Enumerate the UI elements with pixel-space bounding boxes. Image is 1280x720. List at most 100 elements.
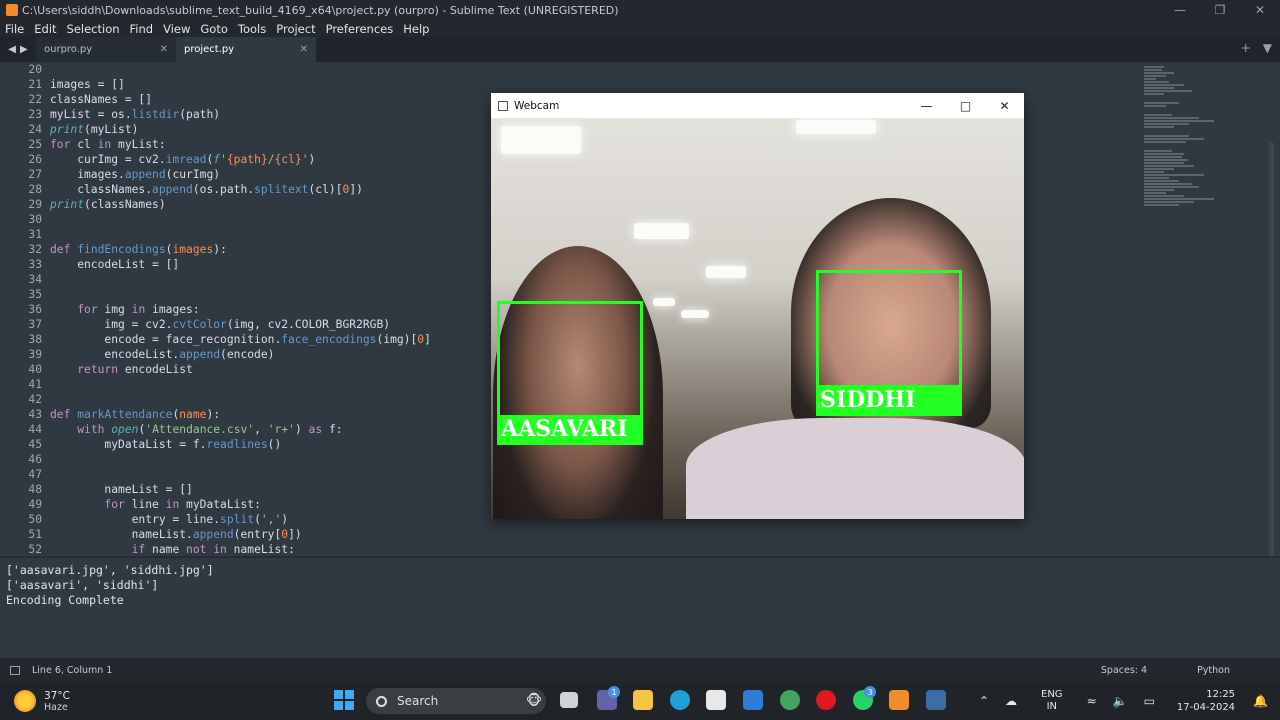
- maximize-button[interactable]: ❐: [1200, 0, 1240, 20]
- minimap-line: [1144, 105, 1166, 107]
- webcam-close-button[interactable]: ✕: [985, 99, 1024, 113]
- python-app-icon[interactable]: [926, 690, 946, 710]
- tab-ourpro[interactable]: ourpro.py ✕: [36, 37, 176, 62]
- menu-selection[interactable]: Selection: [62, 22, 125, 36]
- ceiling-light: [653, 298, 675, 306]
- weather-widget[interactable]: 37°C Haze: [14, 690, 314, 713]
- volume-icon[interactable]: 🔈: [1113, 694, 1128, 708]
- system-clock[interactable]: 12:25 17-04-2024: [1177, 688, 1235, 714]
- webcam-minimize-button[interactable]: —: [907, 99, 946, 113]
- webcam-feed: AASAVARI SIDDHI: [491, 118, 1024, 519]
- tab-bar: ◀ ▶ ourpro.py ✕ project.py ✕ + ▼: [0, 37, 1280, 62]
- minimap-line: [1144, 153, 1184, 155]
- show-hidden-icons-chevron-icon[interactable]: ⌃: [979, 694, 989, 708]
- line-number: 45: [28, 438, 42, 451]
- language-indicator[interactable]: ENG IN: [1041, 689, 1063, 713]
- weather-temperature: 37°C: [44, 689, 70, 702]
- close-tab-icon[interactable]: ✕: [160, 44, 168, 55]
- menu-help[interactable]: Help: [398, 22, 434, 36]
- minimap-line: [1144, 69, 1162, 71]
- menu-bar: File Edit Selection Find View Goto Tools…: [0, 20, 1280, 37]
- line-number: 28: [28, 183, 42, 196]
- minimap-line: [1144, 183, 1192, 185]
- minimap-line: [1144, 174, 1204, 176]
- menu-tools[interactable]: Tools: [233, 22, 271, 36]
- cursor-position[interactable]: Line 6, Column 1: [32, 665, 112, 676]
- chevron-left-icon[interactable]: ◀: [8, 44, 16, 55]
- chevron-right-icon[interactable]: ▶: [20, 44, 28, 55]
- taskbar-search[interactable]: Search 🐵: [366, 688, 546, 714]
- line-number: 33: [28, 258, 42, 271]
- wifi-icon[interactable]: ≈: [1087, 694, 1097, 708]
- close-button[interactable]: ✕: [1240, 0, 1280, 20]
- tab-nav-arrows[interactable]: ◀ ▶: [0, 37, 36, 62]
- tab-list-icon[interactable]: ▼: [1263, 41, 1272, 55]
- clock-time: 12:25: [1206, 689, 1236, 700]
- menu-goto[interactable]: Goto: [195, 22, 233, 36]
- windows-start-icon[interactable]: [334, 690, 354, 710]
- onedrive-offline-icon[interactable]: ☁: [1005, 694, 1017, 708]
- minimap-line: [1144, 72, 1174, 74]
- minimap-line: [1144, 114, 1172, 116]
- menu-edit[interactable]: Edit: [29, 22, 61, 36]
- line-number: 31: [28, 228, 42, 241]
- tab-label: ourpro.py: [44, 44, 93, 55]
- close-tab-icon[interactable]: ✕: [300, 44, 308, 55]
- ceiling-light: [706, 266, 746, 278]
- menu-view[interactable]: View: [158, 22, 195, 36]
- editor-scrollbar[interactable]: [1269, 142, 1274, 556]
- build-output-panel: ['aasavari.jpg', 'siddhi.jpg'] ['aasavar…: [0, 556, 1280, 658]
- face-label: AASAVARI: [497, 415, 643, 445]
- menu-project[interactable]: Project: [271, 22, 320, 36]
- battery-icon[interactable]: ▭: [1144, 694, 1155, 708]
- file-explorer-icon[interactable]: [633, 690, 653, 710]
- menu-find[interactable]: Find: [125, 22, 159, 36]
- webcam-maximize-button[interactable]: □: [946, 99, 985, 113]
- notification-bell-icon[interactable]: 🔔: [1253, 694, 1268, 708]
- line-number: 20: [28, 63, 42, 76]
- syntax-setting[interactable]: Python: [1197, 665, 1230, 676]
- minimap-line: [1144, 162, 1184, 164]
- tab-bar-actions: + ▼: [1241, 41, 1272, 55]
- menu-preferences[interactable]: Preferences: [321, 22, 399, 36]
- line-number: 50: [28, 513, 42, 526]
- minimap-line: [1144, 165, 1194, 167]
- teams-badge: 1: [608, 686, 620, 698]
- webcam-title-bar[interactable]: Webcam — □ ✕: [491, 93, 1024, 118]
- code-line: if name not in nameList:: [131, 543, 295, 556]
- indentation-setting[interactable]: Spaces: 4: [1101, 665, 1147, 676]
- minimap-line: [1144, 186, 1199, 188]
- menu-file[interactable]: File: [0, 22, 29, 36]
- line-number: 48: [28, 483, 42, 496]
- line-number: 46: [28, 453, 42, 466]
- chrome-browser-icon[interactable]: [780, 690, 800, 710]
- minimap-line: [1144, 156, 1182, 158]
- line-number: 25: [28, 138, 42, 151]
- output-line: Encoding Complete: [6, 593, 124, 607]
- minimize-button[interactable]: —: [1160, 0, 1200, 20]
- minimap[interactable]: [1144, 66, 1234, 226]
- minimap-line: [1144, 150, 1172, 152]
- window-icon: [498, 100, 508, 111]
- microsoft-store-icon[interactable]: [706, 690, 726, 710]
- edge-browser-icon[interactable]: [670, 690, 690, 710]
- search-highlight-icon: 🐵: [525, 693, 542, 709]
- mahjong-app-icon[interactable]: [743, 690, 763, 710]
- minimap-line: [1144, 141, 1186, 143]
- sublime-text-taskbar-icon[interactable]: [889, 690, 909, 710]
- minimap-line: [1144, 192, 1166, 194]
- minimap-line: [1144, 204, 1179, 206]
- line-number-gutter: 20 21 22 23 24 25 26 27 28 29 30 31 32 33 34 35 36 37 38 39…: [0, 62, 42, 556]
- task-view-icon[interactable]: [560, 692, 578, 708]
- window-title: C:\Users\siddh\Downloads\sublime_text_bu…: [22, 3, 619, 17]
- face-box-siddhi: [816, 270, 962, 388]
- line-number: 43: [28, 408, 42, 421]
- webcam-window[interactable]: Webcam — □ ✕ AASAVARI SIDDHI: [491, 93, 1024, 519]
- tab-label: project.py: [184, 44, 235, 55]
- new-tab-icon[interactable]: +: [1241, 41, 1251, 55]
- panel-toggle-icon[interactable]: [10, 665, 20, 675]
- line-number: 23: [28, 108, 42, 121]
- opera-browser-icon[interactable]: [816, 690, 836, 710]
- ceiling-light: [501, 126, 581, 154]
- tab-project[interactable]: project.py ✕: [176, 37, 316, 62]
